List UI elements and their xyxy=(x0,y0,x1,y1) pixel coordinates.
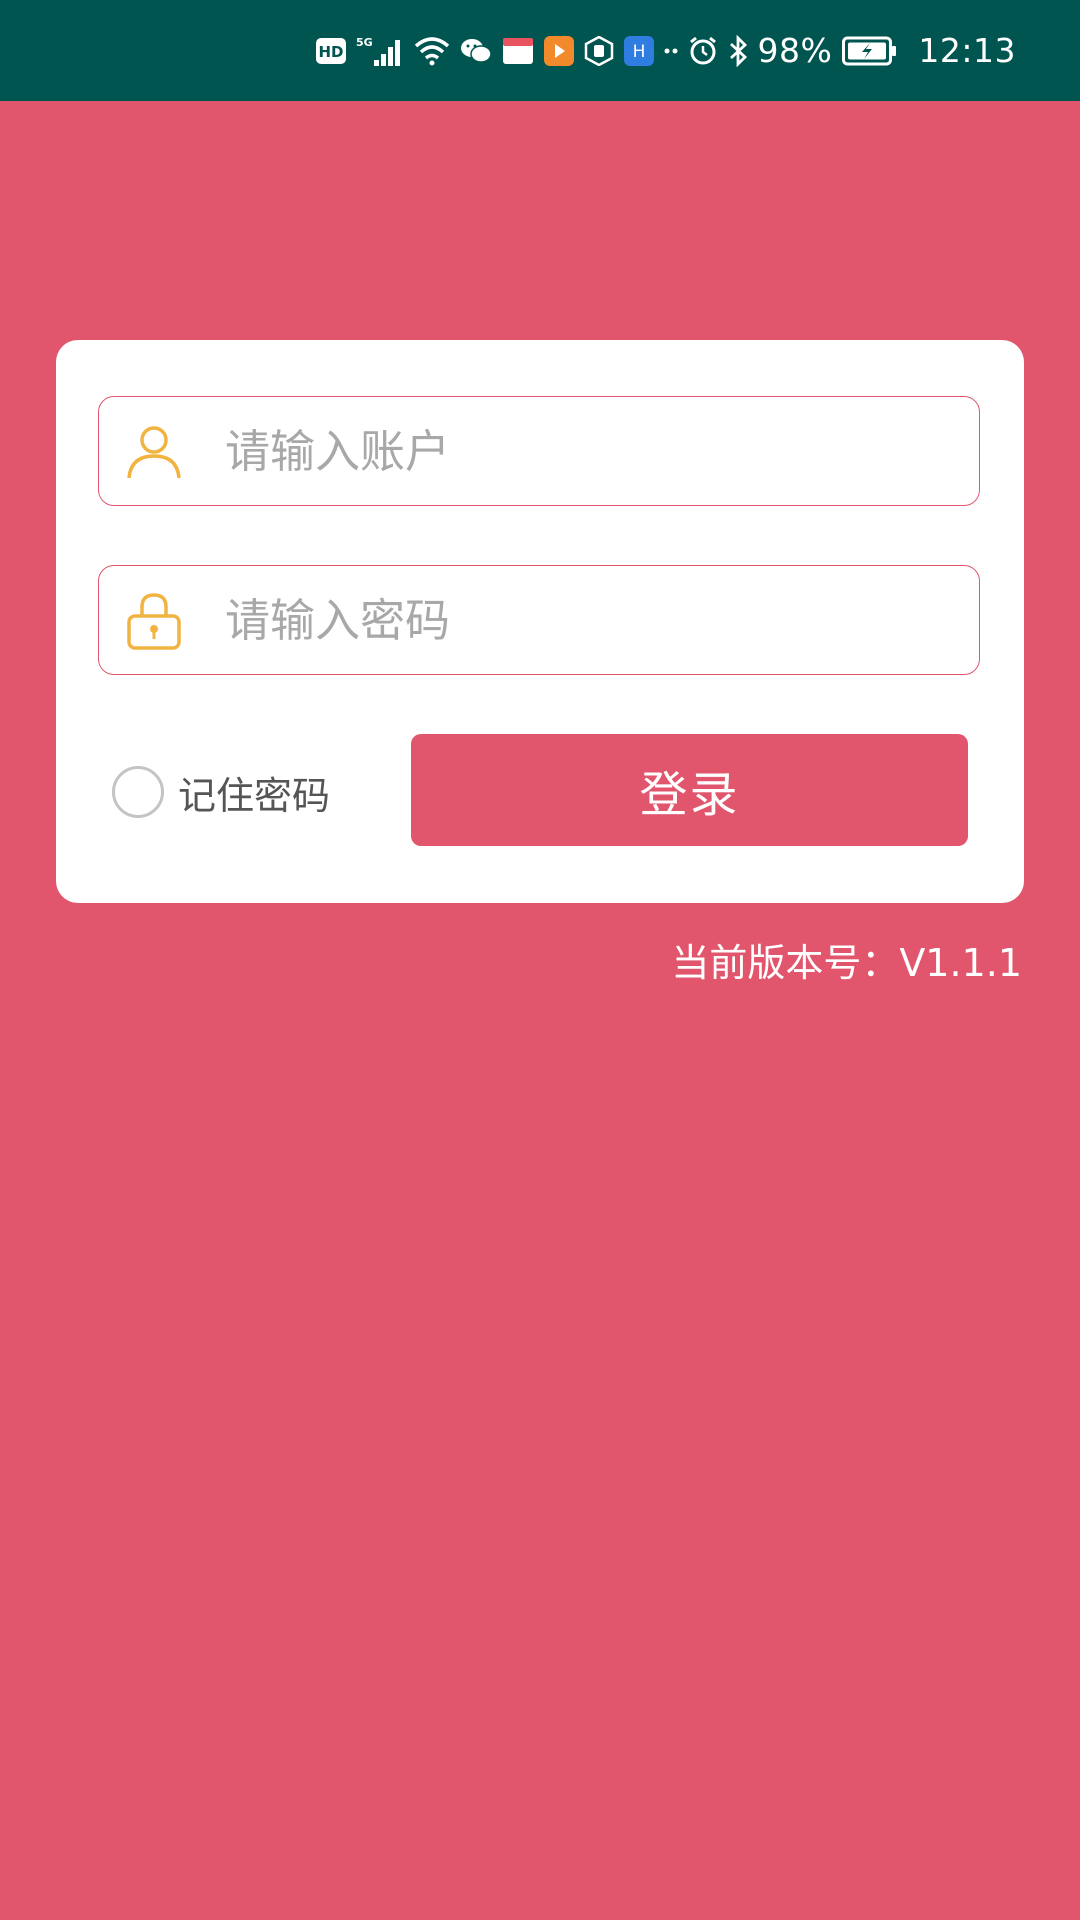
status-bar: HD 5G H 98% 12:13 xyxy=(0,0,1080,101)
lock-icon xyxy=(121,587,187,653)
more-dots-icon xyxy=(664,34,678,68)
password-input[interactable] xyxy=(223,579,927,661)
battery-percent: 98% xyxy=(757,31,833,70)
hd-icon: HD xyxy=(315,34,346,68)
battery-charging-icon xyxy=(842,34,898,68)
account-input[interactable] xyxy=(223,410,927,492)
account-field[interactable] xyxy=(98,396,980,506)
wechat-icon xyxy=(460,34,492,68)
remember-password-checkbox[interactable]: 记住密码 xyxy=(112,762,330,822)
clock-time: 12:13 xyxy=(918,31,1016,70)
svg-text:HD: HD xyxy=(318,43,343,61)
hand-app-icon xyxy=(584,34,614,68)
video-app-icon xyxy=(543,34,574,68)
svg-text:H: H xyxy=(632,42,645,62)
remember-radio-icon[interactable] xyxy=(112,766,164,818)
login-card: 记住密码 登录 xyxy=(56,340,1024,903)
version-label: 当前版本号：V1.1.1 xyxy=(671,941,1022,985)
signal-5g-icon: 5G xyxy=(356,34,404,68)
wifi-icon xyxy=(414,34,450,68)
remember-password-label: 记住密码 xyxy=(178,773,331,818)
alarm-icon xyxy=(688,34,718,68)
app-box-icon xyxy=(502,34,534,68)
bluetooth-icon xyxy=(728,34,748,68)
svg-text:5G: 5G xyxy=(356,36,373,49)
user-icon xyxy=(121,418,187,484)
status-icons: HD 5G H 98% 12:13 xyxy=(315,0,1016,101)
login-button[interactable]: 登录 xyxy=(411,734,968,846)
blue-app-icon: H xyxy=(623,34,654,68)
password-field[interactable] xyxy=(98,565,980,675)
